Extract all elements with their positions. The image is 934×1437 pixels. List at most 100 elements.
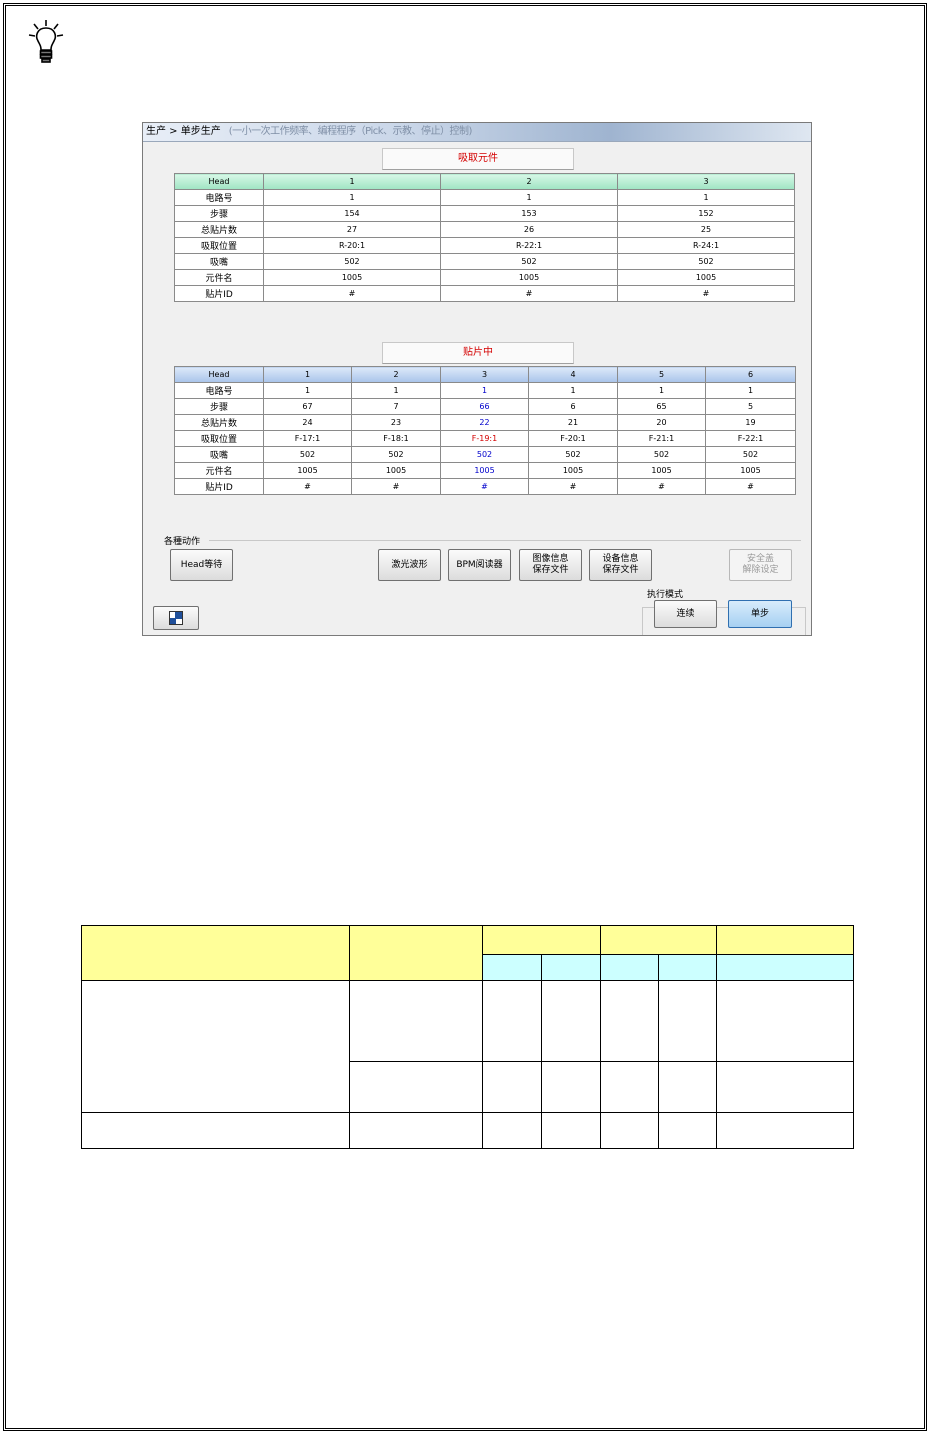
- mount-row-component: 元件名 1005 1005 1005 1005 1005 1005: [174, 462, 796, 479]
- bpm-reader-button[interactable]: BPM阅读器: [448, 549, 511, 581]
- mount-cell: 1005: [351, 462, 441, 479]
- mount-cell: 1005: [617, 462, 706, 479]
- title-bar: 生产 > 单步生产 (一小一次工作频率、编程程序（Pick、示教、停止）控制): [143, 123, 811, 142]
- table-cell: [81, 980, 350, 1113]
- pick-header-cell: 1: [263, 173, 441, 190]
- pick-row-mount-id: 贴片ID # # #: [174, 285, 795, 302]
- pick-cell: 153: [440, 205, 618, 222]
- table-cell: [482, 980, 542, 1062]
- subheader-cell: [600, 954, 659, 981]
- pick-cell: #: [617, 285, 795, 302]
- actions-group-line: [209, 540, 801, 541]
- pick-cell: 1: [617, 189, 795, 206]
- mount-table-header-row: Head 1 2 3 4 5 6: [174, 366, 796, 383]
- pick-header-cell: 3: [617, 173, 795, 190]
- row-label: 电路号: [174, 382, 264, 399]
- subheader-cell: [716, 954, 854, 981]
- mount-cell: 502: [617, 446, 706, 463]
- safety-cover-release-button[interactable]: 安全盖 解除设定: [729, 549, 792, 581]
- pick-cell: 1005: [263, 269, 441, 286]
- laser-waveform-button[interactable]: 激光波形: [378, 549, 441, 581]
- mount-cell-current-head: 66: [440, 398, 529, 415]
- mount-table: Head 1 2 3 4 5 6 电路号 1 1 1 1 1 1 步骤 67 7 66 6 65 5 总…: [174, 366, 796, 495]
- pick-row-position: 吸取位置 R-20:1 R-22:1 R-24:1: [174, 237, 795, 254]
- row-label: 元件名: [174, 462, 264, 479]
- table-row: [81, 1112, 854, 1149]
- mount-cell: F-22:1: [705, 430, 796, 447]
- single-step-mode-button[interactable]: 单步: [728, 600, 792, 628]
- window-toggle-button[interactable]: [153, 606, 199, 630]
- mount-cell-current-head: #: [440, 478, 529, 495]
- pick-cell: 502: [617, 253, 795, 270]
- header-cell: [600, 925, 717, 955]
- exec-mode-label: 执行模式: [647, 590, 684, 600]
- table-cell: [658, 980, 717, 1062]
- header-cell: [482, 925, 601, 955]
- mount-cell: #: [617, 478, 706, 495]
- mount-cell: #: [263, 478, 352, 495]
- table-cell: [482, 1061, 542, 1113]
- table-cell: [541, 1061, 601, 1113]
- pick-cell: 152: [617, 205, 795, 222]
- row-label: 步骤: [174, 398, 264, 415]
- pick-row-nozzle: 吸嘴 502 502 502: [174, 253, 795, 270]
- table-cell: [349, 980, 483, 1062]
- pick-row-total: 总贴片数 27 26 25: [174, 221, 795, 238]
- mount-header-cell: 3: [440, 366, 529, 383]
- mount-cell: 1005: [263, 462, 352, 479]
- continuous-mode-button[interactable]: 连续: [654, 600, 717, 628]
- mount-cell: 502: [263, 446, 352, 463]
- device-info-save-button[interactable]: 设备信息 保存文件: [589, 549, 652, 581]
- actions-group-label: 各種动作: [164, 537, 201, 547]
- mount-cell: 1: [263, 382, 352, 399]
- table-cell: [541, 1112, 601, 1149]
- single-step-production-window: 生产 > 单步生产 (一小一次工作频率、编程程序（Pick、示教、停止）控制) 吸…: [142, 122, 812, 636]
- table-cell: [716, 980, 854, 1062]
- row-label: 总贴片数: [174, 221, 264, 238]
- header-cell: [716, 925, 854, 955]
- mount-cell: #: [528, 478, 618, 495]
- head-wait-button[interactable]: Head等待: [170, 549, 233, 581]
- row-label: 吸取位置: [174, 237, 264, 254]
- subheader-cell: [541, 954, 601, 981]
- window-icon: [169, 611, 183, 625]
- mount-cell: #: [705, 478, 796, 495]
- header-cell: [349, 925, 483, 981]
- table-cell: [658, 1061, 717, 1113]
- mount-cell: 502: [351, 446, 441, 463]
- mount-cell: 1: [705, 382, 796, 399]
- pick-cell: R-22:1: [440, 237, 618, 254]
- pick-row-step: 步骤 154 153 152: [174, 205, 795, 222]
- image-info-save-button[interactable]: 图像信息 保存文件: [519, 549, 582, 581]
- row-label: 总贴片数: [174, 414, 264, 431]
- pick-cell: 1005: [440, 269, 618, 286]
- pick-cell: R-24:1: [617, 237, 795, 254]
- mount-cell: 5: [705, 398, 796, 415]
- mount-row-step: 步骤 67 7 66 6 65 5: [174, 398, 796, 415]
- header-cell: [81, 925, 350, 981]
- mount-cell: 502: [705, 446, 796, 463]
- mount-row-circuit: 电路号 1 1 1 1 1 1: [174, 382, 796, 399]
- table-row: [81, 980, 854, 1113]
- table-cell: [600, 1061, 659, 1113]
- row-label: 贴片ID: [174, 478, 264, 495]
- row-label: 吸取位置: [174, 430, 264, 447]
- mount-row-nozzle: 吸嘴 502 502 502 502 502 502: [174, 446, 796, 463]
- mount-cell: 24: [263, 414, 352, 431]
- table-cell: [541, 980, 601, 1062]
- mount-cell: 19: [705, 414, 796, 431]
- table-cell: [349, 1061, 483, 1113]
- mount-cell: 1: [617, 382, 706, 399]
- pick-table: Head 1 2 3 电路号 1 1 1 步骤 154 153 152 总贴片数 27 26 25…: [174, 173, 795, 302]
- row-label: 吸嘴: [174, 446, 264, 463]
- pick-row-component: 元件名 1005 1005 1005: [174, 269, 795, 286]
- table-cell: [658, 1112, 717, 1149]
- mount-header-cell: Head: [174, 366, 264, 383]
- subheader-cell: [482, 954, 542, 981]
- mount-header-cell: 2: [351, 366, 441, 383]
- mount-header-cell: 4: [528, 366, 618, 383]
- mount-header-cell: 1: [263, 366, 352, 383]
- mount-row-total: 总贴片数 24 23 22 21 20 19: [174, 414, 796, 431]
- table-cell: [349, 1112, 483, 1149]
- mount-cell: #: [351, 478, 441, 495]
